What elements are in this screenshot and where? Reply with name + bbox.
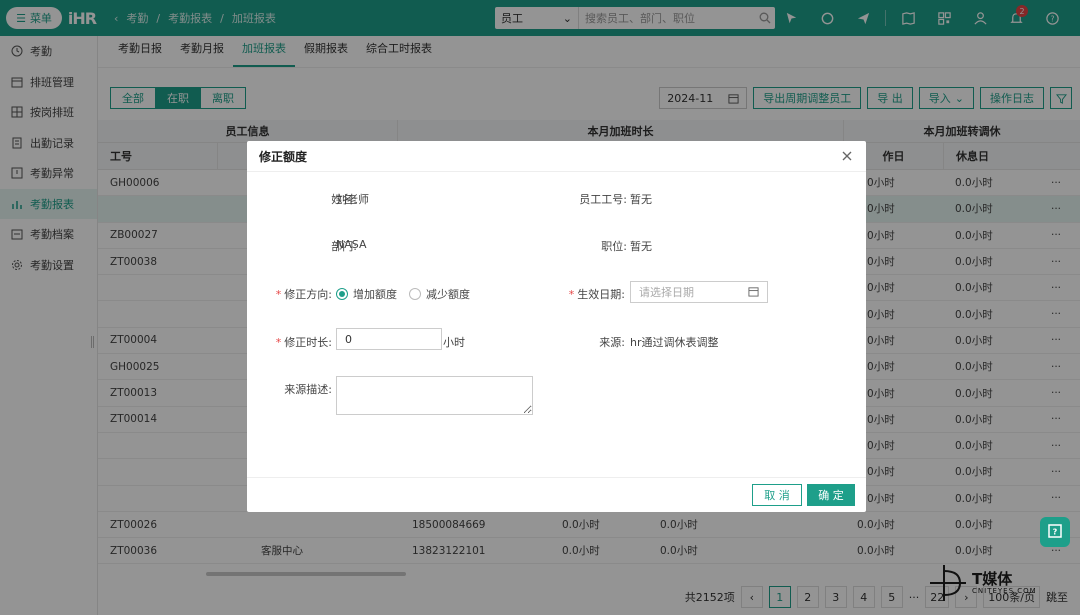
source-label: 来源: xyxy=(599,336,625,349)
desc-textarea[interactable] xyxy=(336,376,533,415)
crosshair-logo-icon xyxy=(930,565,966,601)
radio-unchecked-icon xyxy=(409,288,421,300)
svg-text:?: ? xyxy=(1053,528,1058,537)
effective-label-text: 生效日期: xyxy=(577,288,625,301)
direction-label: * 修正方向: xyxy=(267,286,332,302)
dialog-title: 修正额度 xyxy=(259,149,308,164)
cancel-button[interactable]: 取 消 xyxy=(752,484,802,506)
calendar-icon xyxy=(748,287,759,297)
radio-checked-icon xyxy=(336,288,348,300)
direction-reduce-radio[interactable]: 减少额度 xyxy=(409,286,470,302)
duration-input[interactable] xyxy=(336,328,442,350)
direction-label-text: 修正方向: xyxy=(284,288,332,301)
required-mark: * xyxy=(275,336,282,349)
required-mark: * xyxy=(275,288,282,301)
direction-add-label: 增加额度 xyxy=(353,288,397,301)
empno-value: 暂无 xyxy=(630,193,652,206)
close-icon[interactable] xyxy=(840,149,854,163)
source-value: hr通过调休表调整 xyxy=(630,336,719,349)
media-watermark: T媒体 CNITEYES.COM xyxy=(930,565,1037,601)
direction-reduce-label: 减少额度 xyxy=(426,288,470,301)
position-value: 暂无 xyxy=(630,240,652,253)
position-label: 职位: xyxy=(601,240,627,253)
dept-value: NASA xyxy=(336,238,367,251)
watermark-brand: T媒体 xyxy=(972,569,1013,588)
confirm-button[interactable]: 确 定 xyxy=(807,484,855,506)
required-mark: * xyxy=(568,288,575,301)
duration-label-text: 修正时长: xyxy=(284,336,332,349)
adjust-quota-dialog: 修正额度 姓名: 刘老师 员工工号: 暂无 部门: NASA 职位: 暂无 * 修… xyxy=(247,141,866,512)
duration-label: * 修正时长: xyxy=(267,334,332,350)
help-chat-button[interactable]: ? xyxy=(1040,517,1070,547)
direction-add-radio[interactable]: 增加额度 xyxy=(336,286,397,302)
duration-unit: 小时 xyxy=(443,336,465,349)
dialog-footer: 取 消 确 定 xyxy=(247,477,866,512)
name-value: 刘老师 xyxy=(336,193,369,206)
empno-label: 员工工号: xyxy=(579,193,627,206)
watermark-sub: CNITEYES.COM xyxy=(972,586,1037,595)
desc-label: 来源描述: xyxy=(284,383,332,396)
question-icon: ? xyxy=(1048,524,1062,538)
effective-label: * 生效日期: xyxy=(547,286,625,302)
dialog-header: 修正额度 xyxy=(247,141,866,172)
